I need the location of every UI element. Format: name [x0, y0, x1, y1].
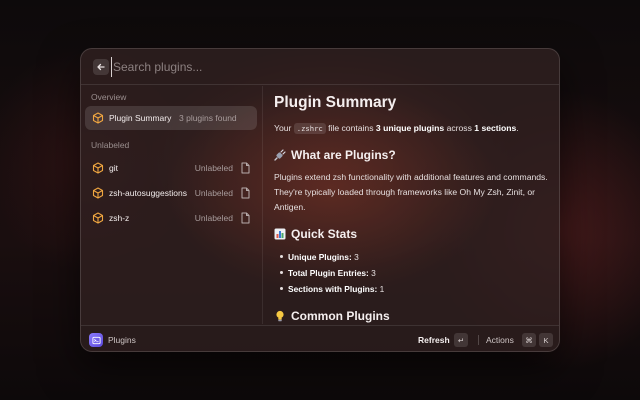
detail-pane: Plugin Summary Your .zshrc file contains… — [264, 86, 559, 324]
action-bar: Plugins Refresh ↵ Actions ⌘ K — [81, 325, 559, 351]
document-icon — [241, 212, 250, 224]
action-divider — [478, 335, 479, 345]
document-icon — [241, 187, 250, 199]
section-label-unlabeled: Unlabeled — [91, 140, 130, 150]
heading-text: Common Plugins — [291, 309, 390, 323]
section-count: 1 sections — [474, 123, 517, 133]
lightbulb-icon — [276, 310, 284, 322]
stat-value: 3 — [354, 252, 359, 262]
list-item-tag: Unlabeled — [194, 188, 233, 198]
heading-text: Quick Stats — [291, 227, 358, 241]
footer-title: Plugins — [108, 335, 136, 345]
stat-label: Total Plugin Entries: — [288, 268, 369, 278]
intro-text: file contains — [328, 123, 374, 133]
plug-icon — [274, 149, 286, 161]
stat-item: Unique Plugins: 3 — [280, 249, 551, 265]
section-label-overview: Overview — [91, 92, 127, 102]
stat-item: Total Plugin Entries: 3 — [280, 265, 551, 281]
command-key-hint: ⌘ — [522, 333, 536, 347]
list-item-tag: Unlabeled — [194, 213, 233, 223]
list-item-title: zsh-z — [109, 213, 130, 223]
heading-text: What are Plugins? — [291, 148, 396, 162]
common-heading: Common Plugins — [274, 309, 551, 323]
search-input[interactable] — [111, 57, 541, 77]
stat-item: Sections with Plugins: 1 — [280, 281, 551, 297]
stats-heading: Quick Stats — [274, 227, 551, 241]
actions-button[interactable]: Actions — [486, 335, 514, 345]
list-item-zsh-z[interactable]: zsh-z Unlabeled — [85, 206, 257, 230]
document-icon — [241, 162, 250, 174]
intro-paragraph: Your .zshrc file contains 3 unique plugi… — [274, 121, 551, 136]
list-item-title: git — [109, 163, 118, 173]
what-paragraph: Plugins extend zsh functionality with ad… — [274, 172, 548, 212]
package-icon — [92, 212, 104, 224]
terminal-icon — [91, 336, 101, 344]
bar-chart-icon — [274, 228, 286, 240]
intro-text: Your — [274, 123, 292, 133]
list-item-subtitle: 3 plugins found — [179, 113, 237, 123]
list-item-git[interactable]: git Unlabeled — [85, 156, 257, 180]
list-item-zsh-autosuggestions[interactable]: zsh-autosuggestions Unlabeled — [85, 181, 257, 205]
list-item-title: zsh-autosuggestions — [109, 188, 187, 198]
package-icon — [92, 187, 104, 199]
package-icon — [92, 112, 104, 124]
list-item-title: Plugin Summary — [109, 113, 172, 123]
return-key-hint: ↵ — [454, 333, 468, 347]
extension-window: Overview Plugin Summary 3 plugins found … — [80, 48, 560, 352]
refresh-action[interactable]: Refresh — [418, 335, 450, 345]
intro-text: across — [446, 123, 472, 133]
back-button[interactable] — [93, 59, 109, 75]
stat-label: Unique Plugins: — [288, 252, 352, 262]
what-heading: What are Plugins? — [274, 148, 551, 162]
stats-list: Unique Plugins: 3 Total Plugin Entries: … — [274, 249, 551, 297]
stat-value: 3 — [371, 268, 376, 278]
detail-title: Plugin Summary — [274, 94, 397, 111]
k-key-hint: K — [539, 333, 553, 347]
arrow-left-icon — [97, 63, 105, 71]
intro-text: . — [516, 123, 519, 133]
zshrc-code: .zshrc — [293, 123, 326, 134]
list-item-tag: Unlabeled — [194, 163, 233, 173]
package-icon — [92, 162, 104, 174]
plugin-list: Overview Plugin Summary 3 plugins found … — [81, 86, 263, 324]
stat-label: Sections with Plugins: — [288, 284, 378, 294]
search-bar — [81, 49, 559, 85]
list-item-plugin-summary[interactable]: Plugin Summary 3 plugins found — [85, 106, 257, 130]
extension-icon — [89, 333, 103, 347]
plugin-count: 3 unique plugins — [375, 123, 445, 133]
stat-value: 1 — [379, 284, 385, 294]
